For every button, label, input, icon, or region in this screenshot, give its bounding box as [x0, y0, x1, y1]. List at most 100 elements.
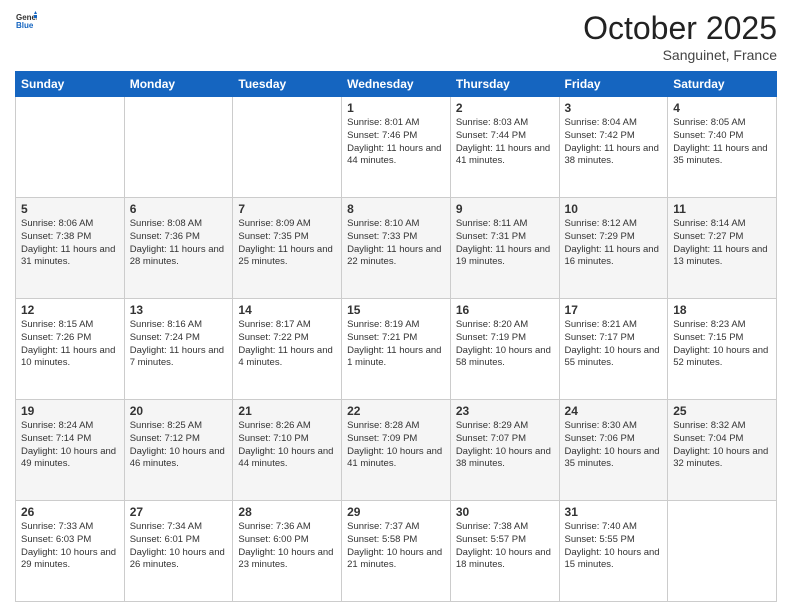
title-block: October 2025 Sanguinet, France — [583, 10, 777, 63]
table-row: 8Sunrise: 8:10 AMSunset: 7:33 PMDaylight… — [342, 198, 451, 299]
table-row: 11 Sunrise: 8:14 AMSunset: 7:27 PMDayligh… — [668, 198, 777, 299]
day-number: 11 — [673, 202, 771, 216]
day-info: Sunrise: 8:01 AMSunset: 7:46 PMDaylight:… — [347, 117, 445, 168]
day-number: 4 — [673, 101, 771, 115]
logo-icon: General Blue — [15, 10, 37, 32]
table-row: 13 Sunrise: 8:16 AMSunset: 7:24 PMDayligh… — [124, 299, 233, 400]
table-row: 16 Sunrise: 8:20 AMSunset: 7:19 PMDayligh… — [450, 299, 559, 400]
table-row: 3 Sunrise: 8:04 AMSunset: 7:42 PMDaylight… — [559, 97, 668, 198]
day-number: 25 — [673, 404, 771, 418]
day-number: 2 — [456, 101, 554, 115]
svg-text:Blue: Blue — [16, 21, 34, 30]
day-info: Sunrise: 7:33 AMSunset: 6:03 PMDaylight:… — [21, 521, 119, 572]
table-row: 28Sunrise: 7:36 AMSunset: 6:00 PMDayligh… — [233, 501, 342, 602]
day-info: Sunrise: 8:12 AMSunset: 7:29 PMDaylight:… — [565, 218, 663, 269]
col-monday: Monday — [124, 72, 233, 97]
day-number: 3 — [565, 101, 663, 115]
day-number: 27 — [130, 505, 228, 519]
table-row: 2 Sunrise: 8:03 AMSunset: 7:44 PMDaylight… — [450, 97, 559, 198]
table-row: 5 Sunrise: 8:06 AMSunset: 7:38 PMDaylight… — [16, 198, 125, 299]
day-number: 14 — [238, 303, 336, 317]
col-sunday: Sunday — [16, 72, 125, 97]
table-row: 15Sunrise: 8:19 AMSunset: 7:21 PMDayligh… — [342, 299, 451, 400]
col-saturday: Saturday — [668, 72, 777, 97]
day-info: Sunrise: 8:32 AMSunset: 7:04 PMDaylight:… — [673, 420, 771, 471]
table-row: 4Sunrise: 8:05 AMSunset: 7:40 PMDaylight… — [668, 97, 777, 198]
table-row: 21 Sunrise: 8:26 AMSunset: 7:10 PMDayligh… — [233, 400, 342, 501]
day-number: 17 — [565, 303, 663, 317]
month-title: October 2025 — [583, 10, 777, 47]
day-info: Sunrise: 8:14 AMSunset: 7:27 PMDaylight:… — [673, 218, 771, 269]
day-number: 15 — [347, 303, 445, 317]
day-info: Sunrise: 7:37 AMSunset: 5:58 PMDaylight:… — [347, 521, 445, 572]
day-number: 12 — [21, 303, 119, 317]
day-number: 10 — [565, 202, 663, 216]
day-info: Sunrise: 7:36 AMSunset: 6:00 PMDaylight:… — [238, 521, 336, 572]
table-row: 25 Sunrise: 8:32 AMSunset: 7:04 PMDayligh… — [668, 400, 777, 501]
day-number: 7 — [238, 202, 336, 216]
day-info: Sunrise: 8:20 AMSunset: 7:19 PMDaylight:… — [456, 319, 554, 370]
table-row: 24Sunrise: 8:30 AMSunset: 7:06 PMDayligh… — [559, 400, 668, 501]
table-row — [668, 501, 777, 602]
calendar-week-row: 26 Sunrise: 7:33 AMSunset: 6:03 PMDayligh… — [16, 501, 777, 602]
day-info: Sunrise: 8:15 AMSunset: 7:26 PMDaylight:… — [21, 319, 119, 370]
day-number: 16 — [456, 303, 554, 317]
table-row: 20 Sunrise: 8:25 AMSunset: 7:12 PMDayligh… — [124, 400, 233, 501]
day-number: 29 — [347, 505, 445, 519]
header-row: Sunday Monday Tuesday Wednesday Thursday… — [16, 72, 777, 97]
logo: General Blue — [15, 10, 37, 32]
day-info: Sunrise: 8:08 AMSunset: 7:36 PMDaylight:… — [130, 218, 228, 269]
col-wednesday: Wednesday — [342, 72, 451, 97]
table-row: 17Sunrise: 8:21 AMSunset: 7:17 PMDayligh… — [559, 299, 668, 400]
day-info: Sunrise: 7:38 AMSunset: 5:57 PMDaylight:… — [456, 521, 554, 572]
day-info: Sunrise: 8:29 AMSunset: 7:07 PMDaylight:… — [456, 420, 554, 471]
table-row: 26 Sunrise: 7:33 AMSunset: 6:03 PMDayligh… — [16, 501, 125, 602]
day-number: 22 — [347, 404, 445, 418]
table-row: 18 Sunrise: 8:23 AMSunset: 7:15 PMDayligh… — [668, 299, 777, 400]
table-row: 12 Sunrise: 8:15 AMSunset: 7:26 PMDayligh… — [16, 299, 125, 400]
day-number: 5 — [21, 202, 119, 216]
day-number: 9 — [456, 202, 554, 216]
day-info: Sunrise: 8:24 AMSunset: 7:14 PMDaylight:… — [21, 420, 119, 471]
day-info: Sunrise: 8:03 AMSunset: 7:44 PMDaylight:… — [456, 117, 554, 168]
table-row — [124, 97, 233, 198]
page: General Blue October 2025 Sanguinet, Fra… — [0, 0, 792, 612]
table-row — [16, 97, 125, 198]
table-row: 6 Sunrise: 8:08 AMSunset: 7:36 PMDaylight… — [124, 198, 233, 299]
day-info: Sunrise: 8:04 AMSunset: 7:42 PMDaylight:… — [565, 117, 663, 168]
day-info: Sunrise: 8:26 AMSunset: 7:10 PMDaylight:… — [238, 420, 336, 471]
day-info: Sunrise: 8:25 AMSunset: 7:12 PMDaylight:… — [130, 420, 228, 471]
calendar-week-row: 12 Sunrise: 8:15 AMSunset: 7:26 PMDayligh… — [16, 299, 777, 400]
table-row: 29 Sunrise: 7:37 AMSunset: 5:58 PMDayligh… — [342, 501, 451, 602]
table-row: 31Sunrise: 7:40 AMSunset: 5:55 PMDayligh… — [559, 501, 668, 602]
table-row: 19 Sunrise: 8:24 AMSunset: 7:14 PMDayligh… — [16, 400, 125, 501]
calendar-table: Sunday Monday Tuesday Wednesday Thursday… — [15, 71, 777, 602]
table-row: 23Sunrise: 8:29 AMSunset: 7:07 PMDayligh… — [450, 400, 559, 501]
day-info: Sunrise: 8:16 AMSunset: 7:24 PMDaylight:… — [130, 319, 228, 370]
day-info: Sunrise: 8:11 AMSunset: 7:31 PMDaylight:… — [456, 218, 554, 269]
day-info: Sunrise: 8:17 AMSunset: 7:22 PMDaylight:… — [238, 319, 336, 370]
day-number: 6 — [130, 202, 228, 216]
col-thursday: Thursday — [450, 72, 559, 97]
col-friday: Friday — [559, 72, 668, 97]
day-info: Sunrise: 8:23 AMSunset: 7:15 PMDaylight:… — [673, 319, 771, 370]
table-row: 10 Sunrise: 8:12 AMSunset: 7:29 PMDayligh… — [559, 198, 668, 299]
day-number: 30 — [456, 505, 554, 519]
day-info: Sunrise: 7:40 AMSunset: 5:55 PMDaylight:… — [565, 521, 663, 572]
table-row — [233, 97, 342, 198]
table-row: 9 Sunrise: 8:11 AMSunset: 7:31 PMDaylight… — [450, 198, 559, 299]
calendar-week-row: 19 Sunrise: 8:24 AMSunset: 7:14 PMDayligh… — [16, 400, 777, 501]
day-number: 20 — [130, 404, 228, 418]
day-info: Sunrise: 8:06 AMSunset: 7:38 PMDaylight:… — [21, 218, 119, 269]
day-number: 21 — [238, 404, 336, 418]
day-number: 13 — [130, 303, 228, 317]
day-number: 19 — [21, 404, 119, 418]
day-info: Sunrise: 7:34 AMSunset: 6:01 PMDaylight:… — [130, 521, 228, 572]
day-number: 1 — [347, 101, 445, 115]
table-row: 22Sunrise: 8:28 AMSunset: 7:09 PMDayligh… — [342, 400, 451, 501]
col-tuesday: Tuesday — [233, 72, 342, 97]
table-row: 1 Sunrise: 8:01 AMSunset: 7:46 PMDaylight… — [342, 97, 451, 198]
table-row: 30 Sunrise: 7:38 AMSunset: 5:57 PMDayligh… — [450, 501, 559, 602]
day-number: 18 — [673, 303, 771, 317]
day-number: 26 — [21, 505, 119, 519]
